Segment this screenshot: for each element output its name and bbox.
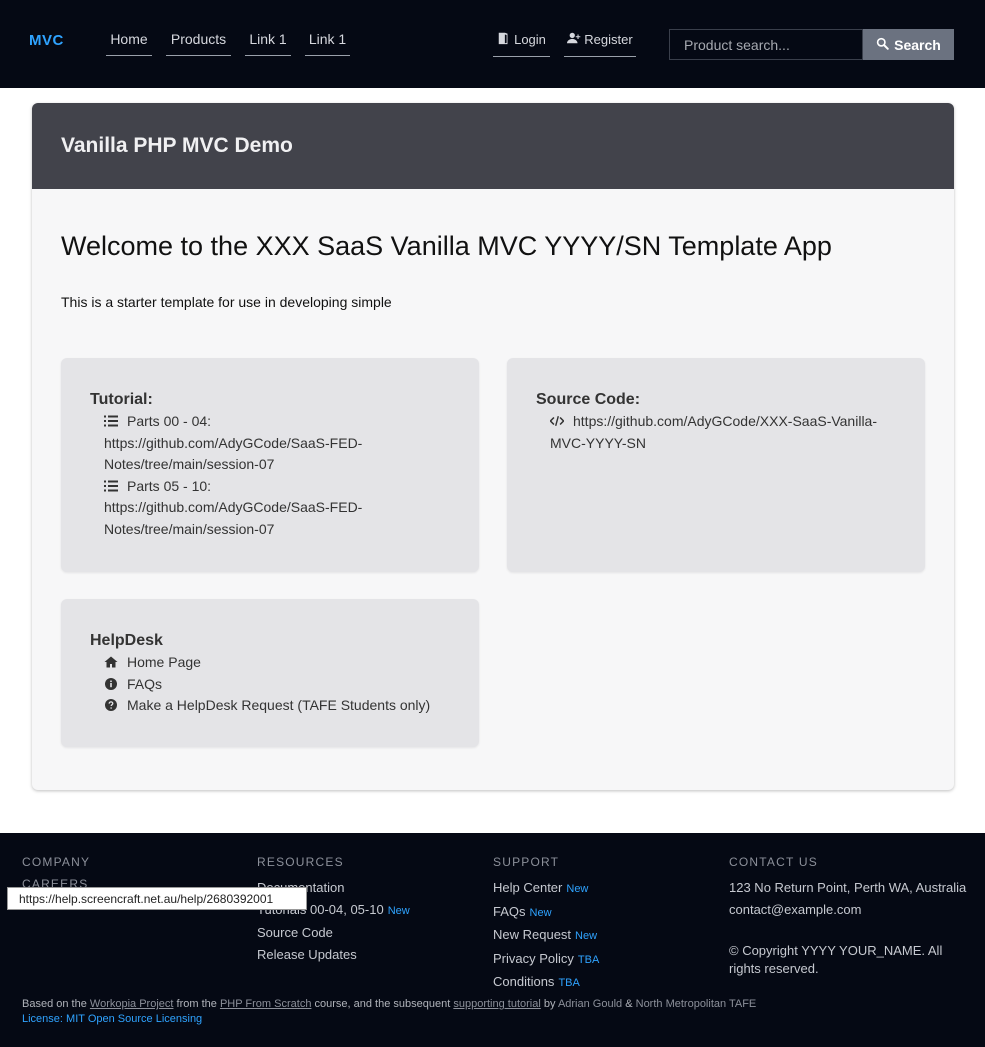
footer-credits: Based on the Workopia Project from the P…	[22, 998, 756, 1010]
card-header: Vanilla PHP MVC Demo	[32, 103, 954, 189]
credits-text: from the	[176, 998, 217, 1010]
workopia-link[interactable]: Workopia Project	[90, 998, 174, 1010]
main-card: Vanilla PHP MVC Demo Welcome to the XXX …	[32, 103, 954, 790]
tutorial-item-label: Parts 00 - 04: https://github.com/AdyGCo…	[104, 413, 363, 472]
footer-link-label: Source Code	[257, 925, 333, 940]
footer-link-label: Release Updates	[257, 946, 357, 962]
footer-link-faqs[interactable]: FAQs New	[493, 901, 729, 925]
user-plus-icon	[567, 31, 581, 48]
nav-link-home[interactable]: Home	[106, 31, 152, 56]
source-code-item[interactable]: https://github.com/AdyGCode/XXX-SaaS-Van…	[549, 411, 900, 454]
helpdesk-panel: HelpDesk Home Page FAQs Make a HelpDesk …	[61, 599, 479, 747]
footer-link-label: New Request	[493, 927, 572, 942]
brand-logo[interactable]: MVC	[29, 32, 64, 49]
info-icon	[104, 675, 118, 690]
nav-link-link1-second[interactable]: Link 1	[305, 31, 350, 56]
helpdesk-list: Home Page FAQs Make a HelpDesk Request (…	[104, 652, 464, 717]
product-search-input[interactable]	[669, 29, 863, 60]
helpdesk-item-faqs[interactable]: FAQs	[104, 674, 464, 696]
login-link[interactable]: Login	[493, 31, 550, 57]
footer-support-column: SUPPORT Help Center New FAQs New New Reque…	[493, 855, 729, 995]
footer-link-label: FAQs	[493, 903, 526, 919]
tutorial-item[interactable]: Parts 05 - 10: https://github.com/AdyGCo…	[104, 476, 404, 541]
login-label: Login	[514, 32, 546, 47]
footer-heading-support: SUPPORT	[493, 855, 560, 869]
footer-heading-contact: CONTACT US	[729, 855, 818, 869]
code-icon	[549, 412, 565, 426]
home-icon	[104, 653, 118, 668]
helpdesk-item-label: Make a HelpDesk Request (TAFE Students o…	[127, 697, 431, 713]
helpdesk-title: HelpDesk	[90, 632, 163, 649]
helpdesk-item-home[interactable]: Home Page	[104, 652, 464, 674]
footer-link-release-updates[interactable]: Release Updates	[257, 944, 493, 966]
new-badge: New	[387, 904, 410, 917]
credits-text: by	[543, 998, 556, 1010]
footer-heading-company: COMPANY	[22, 855, 91, 869]
tutorial-item[interactable]: Parts 00 - 04: https://github.com/AdyGCo…	[104, 411, 404, 476]
nav-link-products[interactable]: Products	[166, 31, 231, 56]
link-url-tooltip: https://help.screencraft.net.au/help/268…	[7, 887, 307, 910]
helpdesk-item-label: FAQs	[127, 675, 163, 692]
footer-link-privacy-policy[interactable]: Privacy Policy TBA	[493, 948, 729, 972]
new-badge: New	[566, 883, 589, 895]
search-button-label: Search	[894, 36, 941, 53]
helpdesk-item-request[interactable]: Make a HelpDesk Request (TAFE Students o…	[104, 695, 464, 717]
footer-resources-column: RESOURCES Documentation Tutorials 00-04,…	[257, 855, 493, 965]
footer-link-label: Privacy Policy	[493, 950, 574, 966]
tutorial-panel: Tutorial: Parts 00 - 04: https://github.…	[61, 358, 479, 572]
new-badge: New	[529, 906, 552, 919]
source-code-title: Source Code:	[536, 391, 641, 408]
search-icon	[876, 37, 889, 53]
supporting-tutorial-link[interactable]: supporting tutorial	[453, 998, 540, 1010]
source-code-list: https://github.com/AdyGCode/XXX-SaaS-Van…	[549, 411, 900, 454]
helpdesk-item-label: Home Page	[127, 654, 201, 670]
php-course-link[interactable]: PHP From Scratch	[220, 998, 312, 1010]
site-footer: COMPANY CAREERS RESOURCES Documentation …	[0, 833, 985, 1047]
card-title: Vanilla PHP MVC Demo	[61, 134, 293, 157]
register-label: Register	[584, 32, 633, 47]
footer-link-new-request[interactable]: New Request New	[493, 924, 729, 948]
top-navbar: MVC Home Products Link 1 Link 1 Login Re…	[0, 0, 985, 88]
author-name: Adrian Gould	[557, 998, 623, 1010]
list-icon	[104, 412, 118, 427]
credits-text: course, and the subsequent	[314, 998, 451, 1010]
welcome-heading: Welcome to the XXX SaaS Vanilla MVC YYYY…	[61, 231, 832, 261]
credits-text: Based on the	[22, 998, 87, 1010]
footer-link-help-center[interactable]: Help Center New	[493, 877, 729, 901]
credits-text: &	[625, 998, 633, 1010]
organisation-name: North Metropolitan TAFE	[635, 998, 757, 1010]
door-icon	[497, 31, 511, 48]
new-badge: New	[575, 930, 598, 942]
tutorial-title: Tutorial:	[90, 391, 153, 408]
footer-copyright: © Copyright YYYY YOUR_NAME. All rights r…	[729, 943, 943, 976]
intro-text: This is a starter template for use in de…	[61, 294, 392, 310]
footer-address: 123 No Return Point, Perth WA, Australia	[729, 880, 967, 895]
license-link[interactable]: License: MIT Open Source Licensing	[22, 1013, 202, 1025]
nav-link-link1[interactable]: Link 1	[245, 31, 291, 56]
footer-email[interactable]: contact@example.com	[729, 899, 969, 921]
tutorial-list: Parts 00 - 04: https://github.com/AdyGCo…	[104, 411, 404, 540]
tutorial-item-label: Parts 05 - 10: https://github.com/AdyGCo…	[104, 477, 363, 537]
footer-link-conditions[interactable]: Conditions TBA	[493, 971, 729, 995]
footer-heading-resources: RESOURCES	[257, 855, 344, 869]
question-icon	[104, 696, 118, 711]
tba-badge: TBA	[577, 953, 600, 966]
tba-badge: TBA	[558, 977, 580, 989]
footer-contact-column: CONTACT US 123 No Return Point, Perth WA…	[729, 855, 969, 978]
footer-link-label: Help Center	[493, 880, 563, 895]
footer-link-label: Conditions	[493, 974, 555, 989]
source-code-panel: Source Code: https://github.com/AdyGCode…	[507, 358, 925, 572]
source-code-link: https://github.com/AdyGCode/XXX-SaaS-Van…	[550, 413, 878, 451]
search-button[interactable]: Search	[863, 29, 954, 60]
register-link[interactable]: Register	[564, 31, 636, 57]
list-icon	[104, 477, 118, 491]
footer-link-source-code[interactable]: Source Code	[257, 922, 493, 944]
